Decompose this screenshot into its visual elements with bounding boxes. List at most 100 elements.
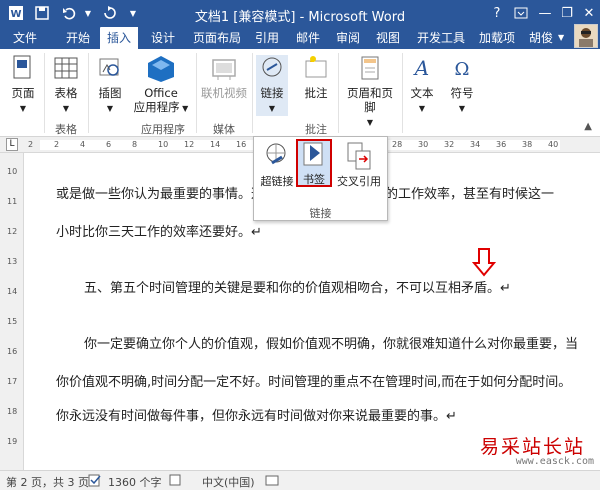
tab-review[interactable]: 审阅 (329, 27, 367, 49)
ruler-number: 34 (470, 140, 481, 149)
text-label: 文本 (410, 86, 434, 100)
ruler-number: 16 (7, 347, 18, 356)
track-changes-icon[interactable] (168, 473, 182, 490)
online-video-button[interactable]: 联机视频 (200, 55, 248, 100)
tab-mailings[interactable]: 邮件 (289, 27, 327, 49)
bookmark-button[interactable]: 书签 (296, 139, 332, 187)
office-apps-label-1: Office (144, 86, 178, 100)
group-label-links: 链接 (309, 207, 332, 220)
svg-text:Ω: Ω (455, 59, 470, 80)
ruler-number: 13 (7, 257, 18, 266)
group-separator (252, 53, 253, 133)
group-label-comments: 批注 (305, 123, 327, 136)
page-button[interactable]: 页面 ▼ (6, 55, 40, 116)
ruler-number: 2 (54, 140, 60, 149)
account-name[interactable]: 胡俊 (522, 27, 560, 49)
proofing-icon[interactable] (88, 473, 102, 490)
help-icon[interactable]: ? (486, 2, 508, 24)
ruler-number: 14 (210, 140, 221, 149)
illustrations-button[interactable]: 插图 ▼ (94, 55, 126, 116)
comment-button[interactable]: 批注 (298, 55, 334, 100)
ruler-number: 10 (7, 167, 18, 176)
link-button[interactable]: 链接 ▼ (256, 55, 288, 116)
header-footer-button[interactable]: 页眉和页脚 ▼ (342, 55, 398, 130)
ribbon-display-icon[interactable] (510, 2, 532, 24)
group-separator (44, 53, 45, 133)
ribbon-insert: 页面 ▼ 表格 ▼ 表格 插图 ▼ Office 应用程序 ▼ 应用程序 联机视频 媒体… (0, 49, 600, 137)
ruler-number: 12 (7, 227, 18, 236)
heading-line: 五、第五个时间管理的关键是要和你的价值观相吻合，不可以互相矛盾。↵ (84, 281, 511, 296)
symbol-button[interactable]: Ω 符号 ▼ (446, 55, 478, 116)
text-button[interactable]: A 文本 ▼ (406, 55, 438, 116)
office-apps-button[interactable]: Office 应用程序 ▼ (132, 55, 190, 116)
paragraph-line: 你永远没有时间做每件事，但你永远有时间做对你来说最重要的事。↵ (56, 409, 457, 424)
account-dropdown-icon[interactable]: ▼ (558, 33, 564, 42)
ruler-number: 32 (444, 140, 455, 149)
ruler-number: 18 (7, 407, 18, 416)
header-footer-label: 页眉和页脚 (347, 86, 393, 114)
collapse-ribbon-icon[interactable]: ▲ (584, 121, 592, 132)
ribbon-tabs: 文件 开始 插入 设计 页面布局 引用 邮件 审阅 视图 开发工具 加载项 胡俊… (0, 27, 600, 49)
macro-icon[interactable] (265, 473, 279, 490)
tab-design[interactable]: 设计 (144, 27, 182, 49)
minimize-button[interactable]: — (534, 2, 556, 24)
ruler-number: 30 (418, 140, 429, 149)
table-button[interactable]: 表格 ▼ (50, 55, 82, 116)
ruler-number: 16 (236, 140, 247, 149)
hyperlink-button[interactable]: 超链接 (258, 141, 296, 189)
ruler-number: 38 (522, 140, 533, 149)
symbol-label: 符号 (450, 86, 474, 100)
group-separator (338, 53, 339, 133)
ruler-number: 19 (7, 437, 18, 446)
link-dropdown-icon: ▼ (268, 104, 276, 113)
tab-selector[interactable]: L (6, 138, 18, 151)
ruler-number: 12 (184, 140, 195, 149)
ruler-number: 11 (7, 197, 18, 206)
language-status[interactable]: 中文(中国) (202, 474, 255, 490)
tab-developer[interactable]: 开发工具 (410, 27, 472, 49)
group-separator (196, 53, 197, 133)
ruler-number: 6 (106, 140, 112, 149)
illustrations-icon (99, 58, 119, 76)
cross-reference-label: 交叉引用 (337, 175, 381, 188)
table-label: 表格 (54, 86, 78, 100)
tab-addins[interactable]: 加载项 (472, 27, 522, 49)
word-count[interactable]: 1360 个字 (108, 474, 162, 490)
table-dropdown-icon: ▼ (62, 104, 70, 113)
tab-references[interactable]: 引用 (248, 27, 286, 49)
tab-page-layout[interactable]: 页面布局 (186, 27, 248, 49)
paragraph-line: 或是做一些你认为最重要的事情。这 (56, 187, 265, 202)
tab-file[interactable]: 文件 (6, 27, 45, 49)
ruler-number: 2 (28, 140, 34, 149)
page-icon (13, 55, 31, 79)
link-label: 链接 (260, 86, 284, 100)
status-bar: 第 2 页，共 3 页 1360 个字 中文(中国) (0, 470, 600, 490)
watermark-url: www.easck.com (515, 456, 594, 467)
group-label-table: 表格 (55, 123, 77, 136)
symbol-dropdown-icon: ▼ (458, 104, 466, 113)
tab-view[interactable]: 视图 (369, 27, 407, 49)
page-label: 页面 (11, 86, 35, 100)
ruler-number: 10 (158, 140, 169, 149)
tab-insert[interactable]: 插入 (100, 27, 139, 49)
ruler-number: 4 (80, 140, 86, 149)
bookmark-icon (303, 142, 323, 166)
link-icon (262, 57, 282, 77)
svg-text:A: A (413, 56, 429, 80)
bookmark-label: 书签 (303, 173, 325, 186)
illustrations-dropdown-icon: ▼ (106, 104, 114, 113)
tab-home[interactable]: 开始 (59, 27, 97, 49)
close-button[interactable]: ✕ (578, 2, 600, 24)
text-icon: A (413, 56, 429, 80)
omega-icon: Ω (455, 59, 470, 80)
restore-button[interactable]: ❐ (556, 2, 578, 24)
page-dropdown-icon: ▼ (19, 104, 27, 113)
link-dropdown-panel: 超链接 书签 交叉引用 链接 (253, 136, 388, 221)
office-apps-label-2: 应用程序 (133, 100, 180, 114)
hyperlink-icon (266, 143, 286, 165)
online-video-label: 联机视频 (201, 86, 247, 100)
page-count[interactable]: 第 2 页，共 3 页 (6, 474, 89, 490)
cross-reference-button[interactable]: 交叉引用 (334, 141, 384, 189)
hyperlink-label: 超链接 (260, 175, 294, 188)
avatar[interactable] (574, 24, 598, 48)
